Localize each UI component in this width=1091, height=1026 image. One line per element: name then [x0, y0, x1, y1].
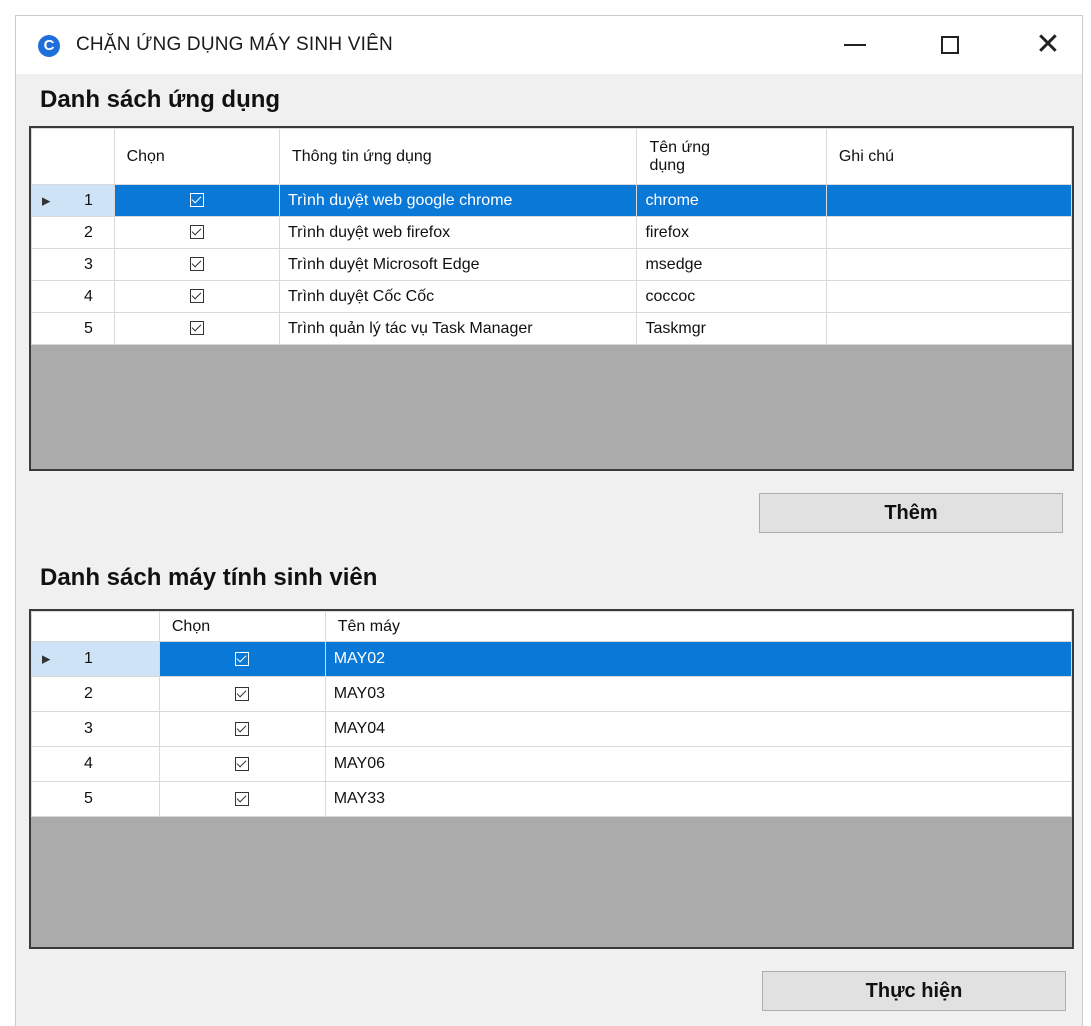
- app-name-cell[interactable]: firefox: [636, 216, 827, 249]
- row-header-corner: [31, 128, 115, 185]
- machine-name-cell[interactable]: MAY06: [324, 746, 1072, 782]
- minimize-button[interactable]: [831, 26, 879, 64]
- row-header[interactable]: 4: [31, 280, 115, 313]
- row-checkbox[interactable]: [235, 721, 250, 736]
- column-header-note[interactable]: Ghi chú: [825, 128, 1072, 185]
- select-cell[interactable]: [158, 711, 326, 747]
- machine-name-cell[interactable]: MAY03: [324, 676, 1072, 712]
- select-cell[interactable]: [113, 280, 281, 313]
- app-info-cell[interactable]: Trình duyệt Cốc Cốc: [278, 280, 638, 313]
- current-row-arrow-icon: ▶: [42, 653, 51, 666]
- row-number: 2: [84, 223, 93, 241]
- select-cell[interactable]: [158, 641, 326, 677]
- table-row[interactable]: 5 Trình quản lý tác vụ Task Manager Taskmg…: [31, 312, 1072, 345]
- select-cell[interactable]: [158, 781, 326, 817]
- maximize-button[interactable]: [926, 26, 974, 64]
- note-cell[interactable]: [825, 312, 1072, 345]
- note-cell[interactable]: [825, 216, 1072, 249]
- row-checkbox[interactable]: [235, 756, 250, 771]
- row-checkbox[interactable]: [189, 225, 204, 240]
- table-row[interactable]: 4 MAY06: [31, 746, 1072, 782]
- apps-grid[interactable]: Chọn Thông tin ứng dụng Tên ứng dụng Ghi…: [29, 126, 1074, 471]
- row-number: 5: [84, 790, 93, 807]
- add-button[interactable]: Thêm: [759, 493, 1063, 533]
- app-name-cell[interactable]: chrome: [636, 184, 827, 217]
- app-info-cell[interactable]: Trình duyệt web firefox: [278, 216, 638, 249]
- machines-section-title: Danh sách máy tính sinh viên: [40, 564, 378, 591]
- column-header-select[interactable]: Chọn: [158, 611, 326, 642]
- app-info-cell[interactable]: Trình duyệt web google chrome: [278, 184, 638, 217]
- app-info-cell[interactable]: Trình duyệt Microsoft Edge: [278, 248, 638, 281]
- select-cell[interactable]: [158, 676, 326, 712]
- table-row[interactable]: 3 Trình duyệt Microsoft Edge msedge: [31, 248, 1072, 281]
- apps-section-title: Danh sách ứng dụng: [40, 86, 281, 113]
- table-row[interactable]: 2 Trình duyệt web firefox firefox: [31, 216, 1072, 249]
- row-checkbox[interactable]: [235, 791, 250, 806]
- table-row[interactable]: 3 MAY04: [31, 711, 1072, 747]
- row-header[interactable]: ▶ 1: [31, 641, 160, 677]
- app-name-cell[interactable]: msedge: [636, 248, 827, 281]
- row-header[interactable]: 2: [31, 676, 160, 712]
- row-header[interactable]: 3: [31, 248, 115, 281]
- row-header[interactable]: 3: [31, 711, 160, 747]
- row-checkbox[interactable]: [235, 686, 250, 701]
- table-row[interactable]: ▶ 1 MAY02: [31, 641, 1072, 677]
- row-number: 2: [84, 685, 93, 702]
- note-cell[interactable]: [825, 248, 1072, 281]
- table-row[interactable]: 5 MAY33: [31, 781, 1072, 817]
- minimize-icon: [844, 44, 866, 46]
- row-header-corner: [31, 611, 160, 642]
- row-checkbox[interactable]: [235, 651, 250, 666]
- execute-button[interactable]: Thực hiện: [762, 971, 1066, 1011]
- row-number: 5: [84, 319, 93, 337]
- row-number: 3: [84, 720, 93, 737]
- row-header[interactable]: 5: [31, 312, 115, 345]
- title-bar[interactable]: C CHẶN ỨNG DỤNG MÁY SINH VIÊN ✕: [16, 16, 1082, 74]
- table-row[interactable]: 4 Trình duyệt Cốc Cốc coccoc: [31, 280, 1072, 313]
- row-header[interactable]: ▶ 1: [31, 184, 115, 217]
- select-cell[interactable]: [113, 312, 281, 345]
- column-header-app-info[interactable]: Thông tin ứng dụng: [278, 128, 638, 185]
- app-info-cell[interactable]: Trình quản lý tác vụ Task Manager: [278, 312, 638, 345]
- row-checkbox[interactable]: [189, 289, 204, 304]
- machine-name-cell[interactable]: MAY33: [324, 781, 1072, 817]
- app-name-cell[interactable]: coccoc: [636, 280, 827, 313]
- close-icon: ✕: [1035, 27, 1061, 62]
- row-number: 3: [84, 255, 93, 273]
- column-header-machine-name[interactable]: Tên máy: [324, 611, 1072, 642]
- row-number: 1: [84, 650, 93, 667]
- row-header[interactable]: 5: [31, 781, 160, 817]
- select-cell[interactable]: [113, 248, 281, 281]
- current-row-arrow-icon: ▶: [42, 195, 51, 207]
- row-number: 1: [84, 191, 93, 209]
- note-cell[interactable]: [825, 280, 1072, 313]
- machine-name-cell[interactable]: MAY02: [324, 641, 1072, 677]
- maximize-icon: [941, 36, 959, 54]
- machines-grid[interactable]: Chọn Tên máy ▶ 1 MAY02 2 MAY03 3 MAY04 4 MAY06 5 M…: [29, 609, 1074, 949]
- column-header-app-name[interactable]: Tên ứng dụng: [636, 128, 827, 185]
- machine-name-cell[interactable]: MAY04: [324, 711, 1072, 747]
- window-title: CHẶN ỨNG DỤNG MÁY SINH VIÊN: [76, 34, 393, 55]
- row-checkbox[interactable]: [189, 321, 204, 336]
- app-name-cell[interactable]: Taskmgr: [636, 312, 827, 345]
- select-cell[interactable]: [113, 184, 281, 217]
- row-number: 4: [84, 755, 93, 772]
- note-cell[interactable]: [825, 184, 1072, 217]
- row-number: 4: [84, 287, 93, 305]
- row-checkbox[interactable]: [189, 193, 204, 208]
- apps-table: Chọn Thông tin ứng dụng Tên ứng dụng Ghi…: [31, 128, 1072, 345]
- main-window: C CHẶN ỨNG DỤNG MÁY SINH VIÊN ✕ Danh sác…: [15, 15, 1083, 1026]
- table-row[interactable]: ▶ 1 Trình duyệt web google chrome chrome: [31, 184, 1072, 217]
- column-header-select[interactable]: Chọn: [113, 128, 281, 185]
- row-header[interactable]: 4: [31, 746, 160, 782]
- table-row[interactable]: 2 MAY03: [31, 676, 1072, 712]
- machines-table: Chọn Tên máy ▶ 1 MAY02 2 MAY03 3 MAY04 4 MAY06 5 M…: [31, 611, 1072, 817]
- close-button[interactable]: ✕: [1024, 26, 1072, 64]
- select-cell[interactable]: [113, 216, 281, 249]
- row-checkbox[interactable]: [189, 257, 204, 272]
- app-icon: C: [38, 35, 60, 57]
- row-header[interactable]: 2: [31, 216, 115, 249]
- select-cell[interactable]: [158, 746, 326, 782]
